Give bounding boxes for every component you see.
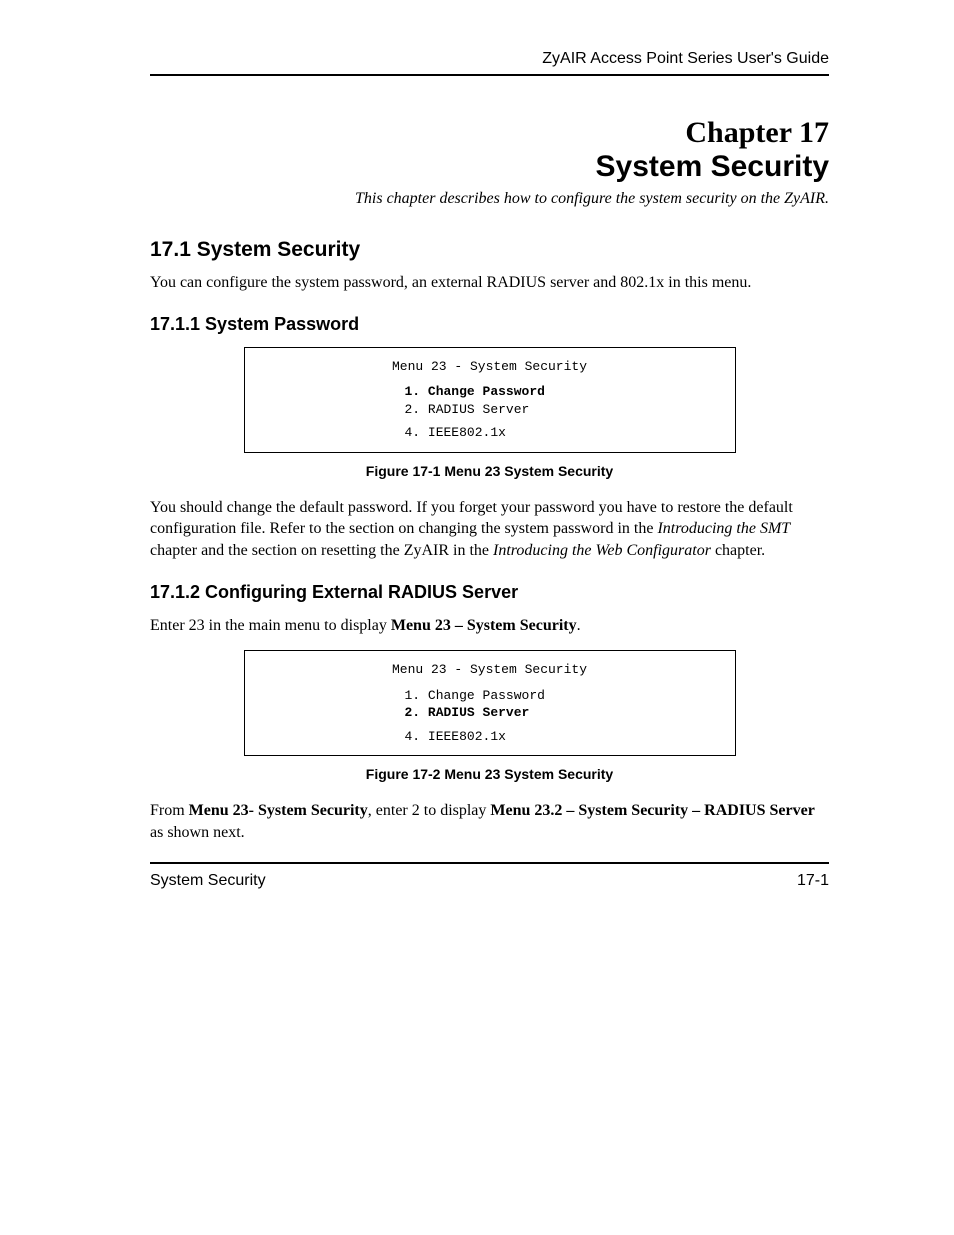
page-footer: System Security 17-1 — [150, 862, 829, 890]
footer-page-number: 17-1 — [797, 872, 829, 890]
menu-ref: Menu 23.2 – System Security – RADIUS Ser… — [490, 802, 814, 819]
menu-ref: Menu 23- System Security — [189, 802, 368, 819]
subsection-heading: 17.1.2 Configuring External RADIUS Serve… — [150, 582, 829, 603]
menu-item: 1. Change Password — [405, 383, 715, 401]
menu-box-1: Menu 23 - System Security 1. Change Pass… — [244, 347, 736, 453]
menu-ref: Menu 23 – System Security — [391, 617, 577, 634]
body-text: Enter 23 in the main menu to display Men… — [150, 615, 829, 637]
body-text: You should change the default password. … — [150, 497, 829, 562]
menu-item: 4. IEEE802.1x — [405, 424, 715, 442]
page-header: ZyAIR Access Point Series User's Guide — [150, 50, 829, 76]
guide-title: ZyAIR Access Point Series User's Guide — [542, 50, 829, 67]
menu-title: Menu 23 - System Security — [265, 358, 715, 376]
reference: Introducing the SMT — [657, 520, 790, 537]
body-text: You can configure the system password, a… — [150, 272, 829, 294]
body-text: From Menu 23- System Security, enter 2 t… — [150, 800, 829, 843]
reference: Introducing the Web Configurator — [493, 542, 711, 559]
menu-item: 2. RADIUS Server — [405, 401, 715, 419]
menu-item: 2. RADIUS Server — [405, 704, 715, 722]
menu-item: 4. IEEE802.1x — [405, 728, 715, 746]
chapter-subtitle: This chapter describes how to configure … — [150, 190, 829, 208]
footer-left: System Security — [150, 872, 266, 890]
chapter-title: System Security — [150, 150, 829, 184]
section-heading: 17.1 System Security — [150, 238, 829, 262]
menu-title: Menu 23 - System Security — [265, 661, 715, 679]
menu-item: 1. Change Password — [405, 687, 715, 705]
figure-caption: Figure 17-1 Menu 23 System Security — [150, 463, 829, 479]
subsection-heading: 17.1.1 System Password — [150, 314, 829, 335]
menu-box-2: Menu 23 - System Security 1. Change Pass… — [244, 650, 736, 756]
chapter-block: Chapter 17 System Security — [150, 116, 829, 184]
figure-caption: Figure 17-2 Menu 23 System Security — [150, 766, 829, 782]
chapter-number: Chapter 17 — [150, 116, 829, 150]
